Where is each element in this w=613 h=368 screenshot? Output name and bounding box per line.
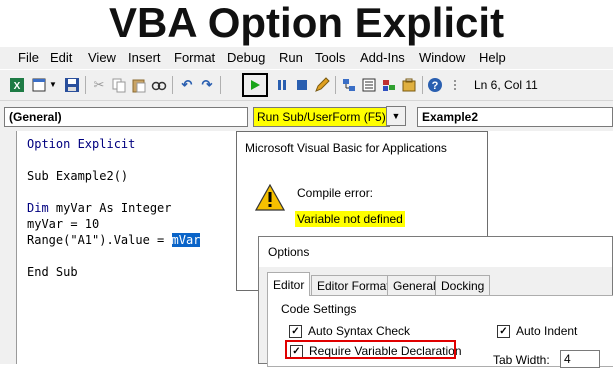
menu-window[interactable]: Window xyxy=(419,50,465,65)
menu-format[interactable]: Format xyxy=(174,50,215,65)
object-combo[interactable]: (General) xyxy=(4,107,248,127)
design-mode-icon[interactable] xyxy=(313,76,331,94)
menu-run[interactable]: Run xyxy=(279,50,303,65)
code-line-sub: Sub Example2() xyxy=(27,169,129,183)
menu-tools[interactable]: Tools xyxy=(315,50,345,65)
undo-icon[interactable]: ↶ xyxy=(178,76,196,94)
tab-docking[interactable]: Docking xyxy=(435,275,491,295)
find-icon[interactable] xyxy=(150,76,168,94)
menu-debug[interactable]: Debug xyxy=(227,50,265,65)
error-heading: Compile error: xyxy=(297,186,374,200)
tab-width-input[interactable]: 4 xyxy=(560,350,600,368)
auto-syntax-label: Auto Syntax Check xyxy=(308,324,411,338)
cursor-position: Ln 6, Col 11 xyxy=(474,78,538,92)
toolbox-icon[interactable] xyxy=(400,76,418,94)
code-line-dim: Dim myVar As Integer xyxy=(27,200,172,216)
insert-dropdown-icon[interactable]: ▼ xyxy=(48,76,58,94)
object-browser-icon[interactable] xyxy=(380,76,398,94)
menu-edit[interactable]: Edit xyxy=(50,50,72,65)
redo-icon[interactable]: ↷ xyxy=(198,76,216,94)
help-icon[interactable]: ? xyxy=(426,76,444,94)
code-margin xyxy=(0,131,16,364)
auto-syntax-checkbox[interactable]: ✓ xyxy=(289,324,302,338)
menu-add-ins[interactable]: Add-Ins xyxy=(360,50,405,65)
project-explorer-icon[interactable] xyxy=(340,76,358,94)
dim-rest: myVar As Integer xyxy=(48,201,172,215)
selected-variable[interactable]: mVar xyxy=(171,233,201,247)
tab-editor-format[interactable]: Editor Format xyxy=(311,275,396,295)
chevron-down-icon[interactable]: ▼ xyxy=(386,106,406,126)
tab-width-label: Tab Width: xyxy=(493,353,550,367)
svg-text:?: ? xyxy=(432,80,439,92)
code-line-end-sub: End Sub xyxy=(27,265,78,279)
insert-module-icon[interactable] xyxy=(30,76,48,94)
options-title: Options xyxy=(268,245,310,259)
properties-icon[interactable] xyxy=(360,76,378,94)
code-settings-group: Code Settings xyxy=(279,302,359,316)
banner-title: VBA Option Explicit xyxy=(108,0,505,46)
run-icon xyxy=(251,80,260,90)
procedure-combo[interactable]: Example2 xyxy=(417,107,613,127)
reset-icon[interactable] xyxy=(293,76,311,94)
tab-editor[interactable]: Editor xyxy=(267,272,311,296)
code-line-assign: myVar = 10 xyxy=(27,217,100,231)
auto-indent-checkbox[interactable]: ✓ xyxy=(497,324,510,338)
options-title-bar: Options xyxy=(259,237,612,267)
menu-bar: File Edit View Insert Format Debug Run T… xyxy=(0,47,613,69)
auto-indent-option[interactable]: ✓ Auto Indent xyxy=(497,324,577,338)
auto-indent-label: Auto Indent xyxy=(516,324,578,338)
tab-general[interactable]: General xyxy=(387,275,442,295)
highlight-callout xyxy=(285,340,456,359)
menu-help[interactable]: Help xyxy=(479,50,506,65)
code-line-option-explicit: Option Explicit xyxy=(27,137,136,151)
menu-file[interactable]: File xyxy=(18,50,39,65)
paste-icon[interactable] xyxy=(130,76,148,94)
toolbar-grip-icon xyxy=(446,76,464,94)
dim-keyword: Dim xyxy=(27,201,49,215)
run-tooltip: Run Sub/UserForm (F5) xyxy=(253,107,390,127)
svg-text:X: X xyxy=(14,81,21,92)
run-sub-button[interactable] xyxy=(242,73,268,97)
auto-syntax-check-option[interactable]: ✓ Auto Syntax Check xyxy=(289,324,410,338)
warning-icon xyxy=(254,183,286,216)
excel-icon[interactable]: X xyxy=(8,76,26,94)
cut-icon[interactable]: ✂ xyxy=(90,76,108,94)
save-icon[interactable] xyxy=(63,76,81,94)
range-expression: Range("A1").Value = xyxy=(27,233,172,247)
menu-insert[interactable]: Insert xyxy=(128,50,161,65)
error-message: Variable not defined xyxy=(295,211,405,227)
menu-view[interactable]: View xyxy=(88,50,116,65)
standard-toolbar: X ▼ ✂ ↶ ↷ ? Ln 6, Col 11 xyxy=(0,70,613,101)
code-line-range: Range("A1").Value = mVar xyxy=(27,232,201,248)
dialog-title: Microsoft Visual Basic for Applications xyxy=(245,141,447,155)
break-icon[interactable] xyxy=(273,76,291,94)
copy-icon[interactable] xyxy=(110,76,128,94)
